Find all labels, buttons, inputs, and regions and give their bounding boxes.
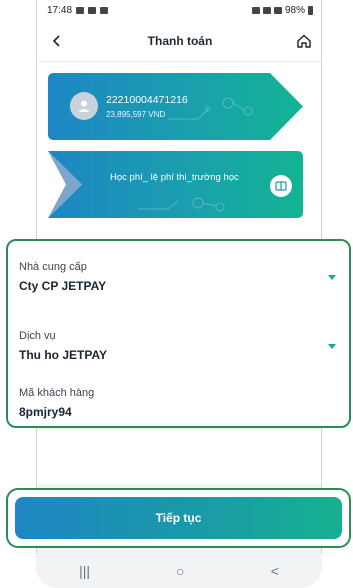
account-balance: 23,895,597 VND [106, 110, 166, 119]
system-nav-bar: ||| ○ < [36, 554, 322, 588]
back-button[interactable] [47, 30, 67, 52]
spacer-area [37, 430, 321, 484]
continue-button[interactable]: Tiếp tục [15, 497, 342, 539]
fee-type-card[interactable]: Học phí_ lệ phí thi_trường học [48, 151, 303, 218]
chevron-down-icon [328, 344, 336, 349]
provider-label: Nhà cung cấp [19, 261, 87, 273]
home-icon [297, 34, 311, 48]
payment-form: Nhà cung cấp Cty CP JETPAY Dịch vụ Thu h… [6, 239, 351, 428]
account-card[interactable]: 22210004471216 23,895,597 VND [48, 73, 303, 140]
alert-notification-icon [100, 6, 109, 14]
app-notification-icon [88, 6, 97, 14]
avatar [70, 92, 98, 120]
image-notification-icon [76, 6, 85, 14]
battery-icon [308, 5, 313, 15]
home-button[interactable] [293, 30, 315, 52]
chevron-down-icon [328, 275, 336, 280]
customer-code-label: Mã khách hàng [19, 387, 95, 399]
battery-level: 98% [284, 4, 305, 16]
user-icon [78, 100, 90, 112]
status-time: 17:48 [47, 4, 73, 16]
app-header: Thanh toán [37, 20, 321, 62]
service-value: Thu ho JETPAY [19, 348, 108, 362]
back-nav-icon[interactable]: < [271, 563, 279, 579]
fee-type-label: Học phí_ lệ phí thi_trường học [110, 172, 239, 183]
continue-button-highlight: Tiếp tục [6, 488, 351, 548]
mute-icon [262, 6, 271, 14]
fee-detail-button[interactable] [270, 175, 292, 197]
alarm-icon [251, 6, 260, 14]
chevron-left-icon [52, 35, 60, 47]
status-bar: 17:48 98% [37, 0, 321, 20]
recent-apps-icon[interactable]: ||| [79, 563, 90, 579]
payment-cards-section: 22210004471216 23,895,597 VND Học phí_ l… [37, 62, 321, 242]
page-title: Thanh toán [147, 33, 213, 48]
book-icon [275, 181, 287, 191]
customer-code-value: 8pmjry94 [19, 405, 72, 419]
provider-value: Cty CP JETPAY [19, 279, 107, 293]
home-nav-icon[interactable]: ○ [176, 563, 184, 579]
account-number: 22210004471216 [106, 94, 188, 106]
signal-icon [273, 6, 282, 14]
service-label: Dịch vụ [19, 330, 56, 342]
